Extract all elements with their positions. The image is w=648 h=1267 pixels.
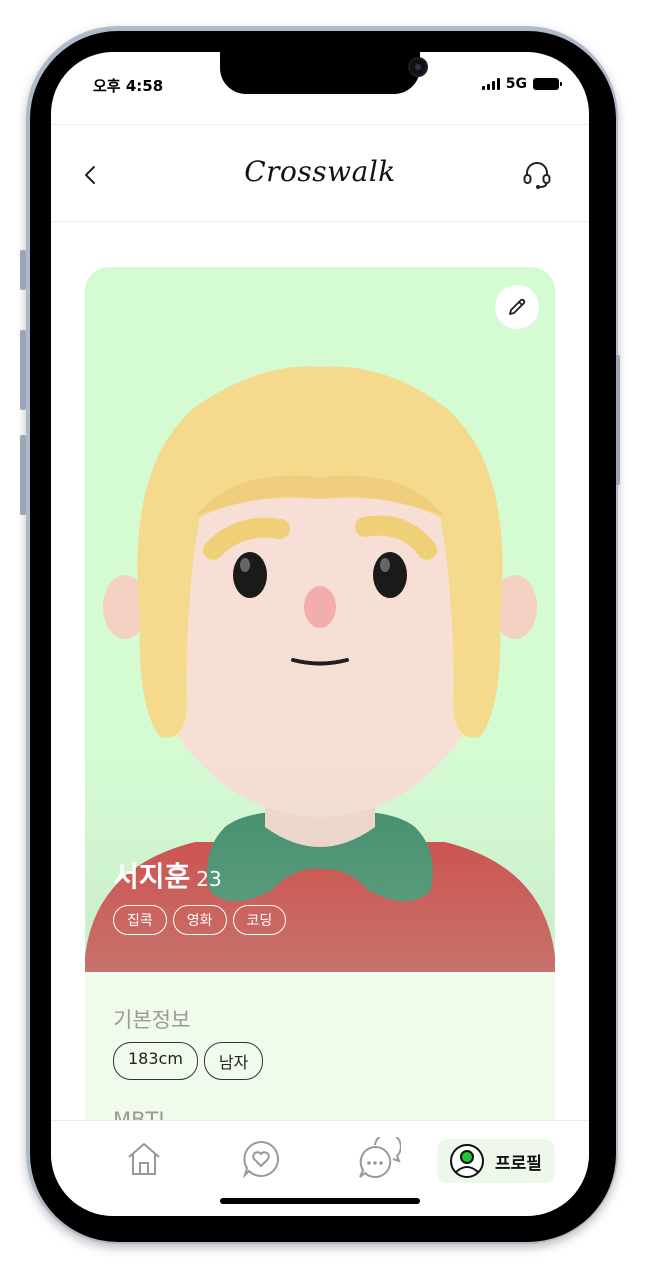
notch — [220, 52, 428, 94]
network-type: 5G — [505, 76, 527, 92]
front-camera-icon — [408, 57, 428, 77]
profile-card: 서지훈 23 집콕 영화 코딩 — [85, 267, 555, 972]
tab-chat[interactable] — [357, 1137, 401, 1181]
status-indicators: 5G — [481, 76, 562, 92]
interest-tag: 영화 — [172, 905, 227, 935]
tab-home[interactable] — [122, 1137, 166, 1181]
top-bar: Crosswalk — [51, 124, 589, 222]
volume-up-button — [20, 330, 26, 410]
heart-chat-icon — [242, 1140, 280, 1179]
signal-icon — [481, 78, 500, 90]
home-indicator — [220, 1198, 420, 1204]
edit-profile-button[interactable] — [495, 285, 539, 329]
pencil-icon — [509, 298, 526, 315]
volume-down-button — [20, 435, 26, 515]
mute-switch — [20, 250, 26, 290]
basic-info-title: 기본정보 — [113, 1008, 191, 1032]
profile-avatar-icon — [450, 1144, 484, 1178]
interest-tag: 코딩 — [232, 905, 287, 935]
screen: 오후 4:58 5G Crosswalk 서지훈 23 집콕 영화 코딩 기본정… — [51, 52, 589, 1216]
height-chip: 183cm — [113, 1042, 198, 1080]
profile-age: 23 — [196, 867, 222, 891]
home-icon — [128, 1143, 160, 1175]
tab-profile-label: 프로필 — [495, 1153, 542, 1174]
gender-chip: 남자 — [203, 1042, 264, 1080]
battery-icon — [533, 78, 562, 90]
headset-icon[interactable] — [521, 159, 553, 191]
interest-tags: 집콕 영화 코딩 — [113, 905, 287, 935]
basic-info-chips: 183cm 남자 — [113, 1042, 264, 1080]
interest-tag: 집콕 — [113, 905, 167, 935]
app-logo: Crosswalk — [244, 155, 396, 188]
tab-profile[interactable]: 프로필 — [437, 1139, 555, 1183]
chat-bubbles-icon — [359, 1137, 401, 1178]
tab-likes[interactable] — [239, 1137, 283, 1181]
profile-name: 서지훈 — [113, 860, 191, 893]
profile-name-row: 서지훈 23 — [113, 855, 222, 895]
status-time: 오후 4:58 — [93, 77, 164, 95]
